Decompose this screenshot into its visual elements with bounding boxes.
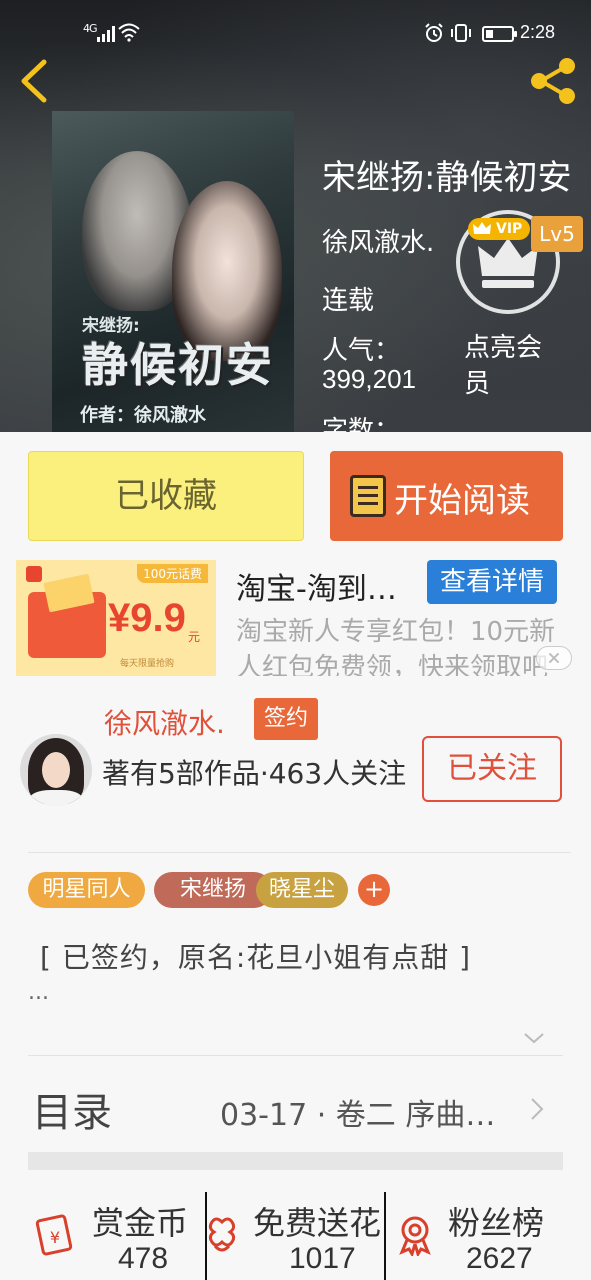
stat-value: 478 — [118, 1242, 169, 1275]
follow-button[interactable]: 已关注 — [422, 736, 562, 802]
chevron-right-icon — [531, 1098, 544, 1120]
stat-fan-ranking[interactable]: 粉丝榜 2627 — [386, 1188, 591, 1280]
chevron-down-icon[interactable] — [522, 1030, 546, 1046]
stat-label: 粉丝榜 — [448, 1204, 545, 1242]
author-info: 著有5部作品·463人关注 — [102, 757, 407, 790]
popularity-value: 399,201 — [322, 364, 416, 394]
ad-image-unit: 元 — [188, 630, 201, 644]
add-tag-button[interactable]: + — [358, 874, 390, 906]
alarm-icon — [425, 23, 443, 42]
clock: 2:28 — [520, 22, 556, 42]
toc-label: 目录 — [32, 1090, 112, 1136]
vip-badge: VIP — [468, 218, 531, 240]
stats-bar: ¥ 赏金币 478 免费送花 1017 粉丝榜 2627 — [0, 1188, 591, 1280]
status-bar: 4G 2:28 — [0, 0, 591, 66]
signed-badge: 签约 — [254, 698, 319, 740]
stat-value: 2627 — [466, 1242, 533, 1275]
start-reading-label: 开始阅读 — [394, 481, 530, 521]
book-cover[interactable]: 宋继扬: 静候初安 作者：徐风澈水 — [52, 111, 294, 432]
book-detail-card: 已收藏 开始阅读 100元话费 ¥9.9 元 每天限量抢购 淘宝-淘到便宜好货 … — [0, 432, 591, 1280]
vibrate-icon — [451, 24, 471, 42]
tag-character-1[interactable]: 宋继扬 — [154, 872, 272, 908]
vip-label: VIP — [496, 221, 523, 237]
flower-icon — [208, 1217, 236, 1252]
start-reading-button[interactable]: 开始阅读 — [330, 451, 563, 541]
divider — [28, 1055, 563, 1056]
section-separator — [28, 1152, 563, 1170]
signal-icon — [97, 26, 115, 42]
svg-text:¥: ¥ — [50, 1228, 60, 1247]
synopsis-text: [ 已签约，原名:花旦小姐有点甜 ] — [40, 941, 472, 974]
network-type: 4G — [83, 22, 97, 35]
author-name[interactable]: 徐风澈水. — [104, 702, 225, 742]
cover-author: 作者：徐风澈水 — [80, 405, 206, 426]
ad-image[interactable]: 100元话费 ¥9.9 元 每天限量抢购 — [16, 560, 216, 676]
battery-icon — [482, 26, 517, 42]
synopsis-ellipsis: ... — [28, 980, 49, 1005]
book-header: 4G 2:28 宋继扬: 静候初安 作者：徐风澈水 宋继扬:静候初安 徐风澈水.… — [0, 0, 591, 432]
favorite-button[interactable]: 已收藏 — [28, 451, 304, 541]
popularity-label: 人气： — [322, 336, 401, 366]
tag-character-2[interactable]: 晓星尘 — [256, 872, 348, 908]
word-count-label: 字数： — [322, 416, 401, 432]
level-badge: Lv5 — [531, 216, 583, 252]
book-title: 宋继扬:静候初安 — [322, 158, 572, 198]
latest-chapter: 03-17 · 卷二 序曲：再相遇 — [220, 1098, 520, 1133]
ad-title[interactable]: 淘宝-淘到便宜好货 — [236, 564, 416, 608]
ad-image-price: ¥9.9 — [108, 596, 186, 640]
author-avatar[interactable] — [20, 734, 92, 806]
book-author[interactable]: 徐风澈水. — [322, 222, 434, 259]
stat-label: 赏金币 — [92, 1204, 189, 1242]
ad-close-icon[interactable] — [536, 646, 572, 670]
medal-icon — [399, 1216, 431, 1256]
book-status: 连载 — [322, 286, 375, 316]
vip-crown-icon — [473, 222, 491, 234]
stat-free-flowers[interactable]: 免费送花 1017 — [207, 1188, 384, 1280]
activate-member-link[interactable]: 点亮会员 — [464, 330, 564, 402]
ad-image-tag: 100元话费 — [137, 564, 208, 583]
ad-details-button[interactable]: 查看详情 — [427, 560, 557, 604]
ad-banner[interactable]: 100元话费 ¥9.9 元 每天限量抢购 淘宝-淘到便宜好货 查看详情 淘宝新人… — [0, 556, 591, 676]
share-icon[interactable] — [527, 56, 579, 106]
ad-app-icon — [26, 566, 42, 582]
wifi-icon — [118, 23, 140, 42]
table-of-contents-row[interactable]: 目录 03-17 · 卷二 序曲：再相遇 — [0, 1058, 591, 1154]
tag-genre[interactable]: 明星同人 — [28, 872, 145, 908]
cover-title: 静候初安 — [82, 338, 274, 392]
divider — [28, 852, 571, 853]
back-arrow-icon[interactable] — [16, 58, 52, 104]
red-envelope-icon: ¥ — [35, 1214, 73, 1256]
red-envelope-graphic — [28, 592, 106, 658]
stat-reward-coins[interactable]: ¥ 赏金币 478 — [0, 1188, 205, 1280]
book-icon — [350, 475, 386, 517]
stat-value: 1017 — [289, 1242, 356, 1275]
stat-label: 免费送花 — [253, 1204, 382, 1242]
ad-description: 淘宝新人专享红包！10元新人红包免费领，快来领取吧 — [236, 617, 556, 676]
ad-image-footer: 每天限量抢购 — [120, 659, 175, 669]
